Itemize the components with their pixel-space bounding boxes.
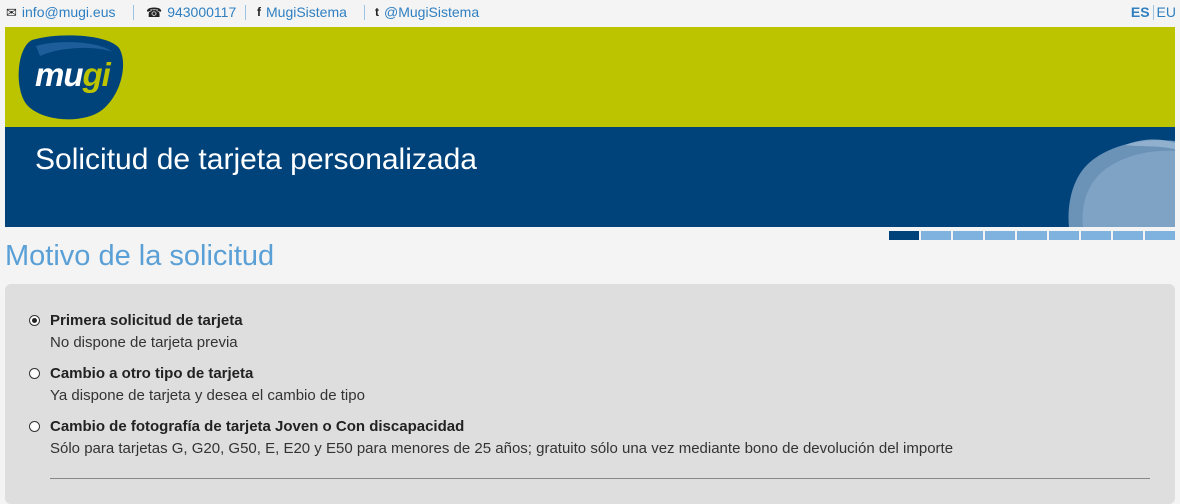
header-title-band: Solicitud de tarjeta personalizada [5, 127, 1175, 227]
progress-step [1017, 231, 1047, 240]
lang-eu-link[interactable]: EU [1157, 4, 1176, 20]
mugi-logo[interactable]: mugi [18, 34, 125, 120]
progress-step [953, 231, 983, 240]
phone-link[interactable]: ☎ 943000117 [146, 4, 236, 20]
decorative-swirl-icon [1068, 139, 1175, 227]
progress-step [1049, 231, 1079, 240]
divider [50, 478, 1150, 479]
progress-step [921, 231, 951, 240]
radio-button[interactable] [29, 368, 40, 379]
option-title: Cambio de fotografía de tarjeta Joven o … [50, 418, 465, 435]
logo-text: mugi [35, 56, 111, 93]
options-panel: Primera solicitud de tarjeta No dispone … [5, 284, 1175, 504]
language-switcher: ES EU [1131, 4, 1176, 20]
divider [133, 5, 134, 20]
progress-step [889, 231, 919, 240]
option-description: No dispone de tarjeta previa [50, 334, 238, 351]
option-description: Ya dispone de tarjeta y desea el cambio … [50, 387, 365, 404]
progress-steps [889, 231, 1175, 240]
page-title: Solicitud de tarjeta personalizada [35, 143, 477, 176]
option-description: Sólo para tarjetas G, G20, G50, E, E20 y… [50, 440, 954, 457]
lang-es-link[interactable]: ES [1131, 4, 1150, 20]
contact-bar: ✉ info@mugi.eus ☎ 943000117 f MugiSistem… [0, 0, 1180, 26]
progress-step [1081, 231, 1111, 240]
option-title: Primera solicitud de tarjeta [50, 312, 243, 329]
twitter-link[interactable]: t @MugiSistema [375, 4, 479, 20]
header-logo-band: mugi [5, 27, 1175, 127]
divider [1152, 4, 1154, 20]
divider [245, 5, 246, 20]
section-title: Motivo de la solicitud [5, 240, 275, 272]
envelope-icon: ✉ [6, 4, 17, 20]
radio-button[interactable] [29, 421, 40, 432]
facebook-icon: f [257, 5, 261, 19]
progress-step [1113, 231, 1143, 240]
progress-step [1145, 231, 1175, 240]
twitter-icon: t [375, 5, 379, 19]
phone-icon: ☎ [146, 4, 163, 20]
radio-button[interactable] [29, 315, 40, 326]
option-title: Cambio a otro tipo de tarjeta [50, 365, 254, 382]
facebook-link[interactable]: f MugiSistema [257, 4, 347, 20]
progress-step [985, 231, 1015, 240]
email-link[interactable]: ✉ info@mugi.eus [6, 4, 116, 20]
divider [364, 5, 365, 20]
